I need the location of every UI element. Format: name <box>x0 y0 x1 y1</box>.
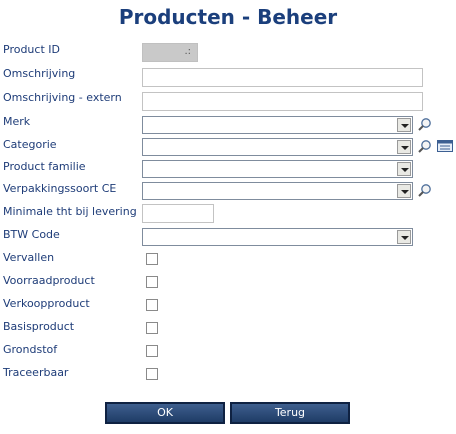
vervallen-checkbox[interactable] <box>146 253 158 265</box>
product-id-label: Product ID <box>3 43 60 56</box>
voorraadproduct-checkbox[interactable] <box>146 276 158 288</box>
btw-code-label: BTW Code <box>3 228 60 241</box>
minimale-tht-label: Minimale tht bij levering <box>3 205 137 218</box>
categorie-search-icon[interactable] <box>418 139 432 153</box>
basisproduct-label: Basisproduct <box>3 320 75 333</box>
verpakkingssoort-select[interactable] <box>142 182 413 200</box>
ok-button[interactable]: OK <box>105 402 225 424</box>
traceerbaar-checkbox[interactable] <box>146 368 158 380</box>
basisproduct-checkbox[interactable] <box>146 322 158 334</box>
omschrijving-input[interactable] <box>142 68 423 87</box>
categorie-label: Categorie <box>3 138 57 151</box>
grondstof-checkbox[interactable] <box>146 345 158 357</box>
vervallen-label: Vervallen <box>3 251 55 264</box>
verpakkingssoort-chevron-down-icon[interactable] <box>397 184 411 198</box>
merk-chevron-down-icon[interactable] <box>397 118 411 132</box>
categorie-list-icon[interactable] <box>437 140 453 152</box>
verpakkingssoort-label: Verpakkingssoort CE <box>3 182 117 195</box>
omschrijving-extern-input[interactable] <box>142 92 423 111</box>
merk-select[interactable] <box>142 116 413 134</box>
minimale-tht-input[interactable] <box>142 204 214 223</box>
verkoopproduct-checkbox[interactable] <box>146 299 158 311</box>
btw-code-chevron-down-icon[interactable] <box>397 230 411 244</box>
categorie-chevron-down-icon[interactable] <box>397 140 411 154</box>
btw-code-select[interactable] <box>142 228 413 246</box>
omschrijving-label: Omschrijving <box>3 67 76 80</box>
page-title: Producten - Beheer <box>118 5 338 29</box>
categorie-select[interactable] <box>142 138 413 156</box>
voorraadproduct-label: Voorraadproduct <box>3 274 95 287</box>
product-familie-label: Product familie <box>3 160 86 173</box>
merk-search-icon[interactable] <box>418 117 432 131</box>
merk-label: Merk <box>3 115 31 128</box>
product-familie-select[interactable] <box>142 160 413 178</box>
omschrijving-extern-label: Omschrijving - extern <box>3 91 122 104</box>
verkoopproduct-label: Verkoopproduct <box>3 297 90 310</box>
traceerbaar-label: Traceerbaar <box>3 366 69 379</box>
product-familie-chevron-down-icon[interactable] <box>397 162 411 176</box>
product-id-field[interactable]: .: <box>142 43 198 62</box>
verpakkingssoort-search-icon[interactable] <box>418 183 432 197</box>
grondstof-label: Grondstof <box>3 343 58 356</box>
back-button[interactable]: Terug <box>230 402 350 424</box>
product-id-lookup-glyph: .: <box>184 46 191 57</box>
